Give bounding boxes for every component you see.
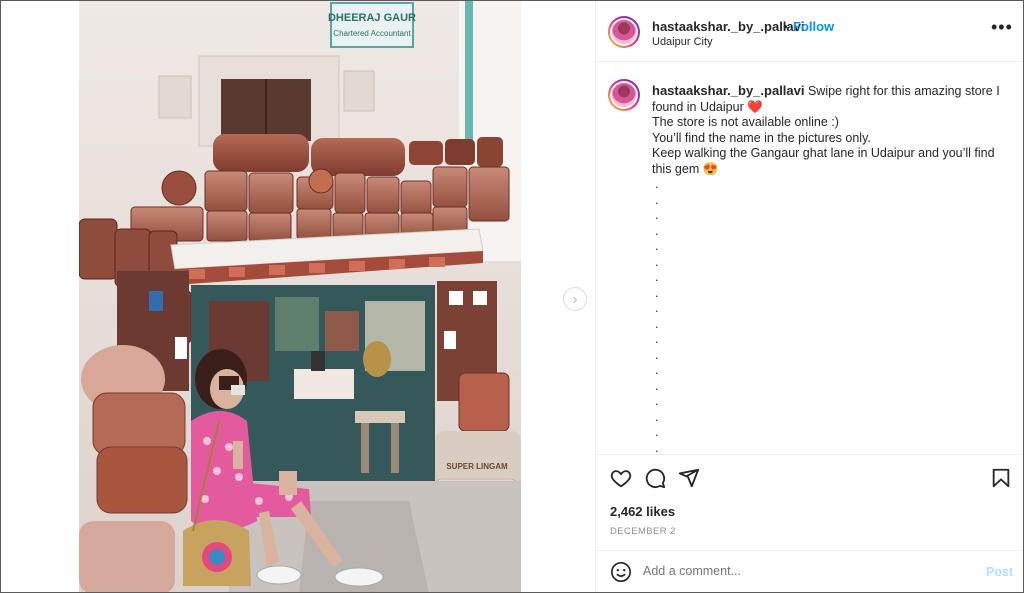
author-avatar[interactable] [608, 16, 640, 48]
comment-input[interactable] [643, 564, 963, 578]
caption-dot: . [655, 177, 659, 191]
bookmark-icon[interactable] [990, 467, 1012, 489]
caption-dot: . [655, 239, 659, 253]
follow-button[interactable]: Follow [793, 19, 834, 34]
caption-dots: . . . . . . . . . . . . . . . . . . [652, 177, 1008, 456]
caption-dot: . [655, 192, 659, 207]
caption-dot: . [655, 301, 659, 315]
caption-line-3: You’ll find the name in the pictures onl… [652, 130, 871, 145]
caption-dot: . [655, 394, 659, 408]
heart-eyes-emoji: 😍 [702, 161, 719, 176]
author-username[interactable]: hastaakshar._by_.pallavi [652, 19, 804, 34]
post-details-panel: hastaakshar._by_.pallavi • Follow Udaipu… [595, 1, 1023, 592]
caption-dot: . [655, 208, 659, 222]
caption-dot: . [655, 378, 659, 393]
caption-dot: . [655, 347, 659, 362]
heart-emoji: ❤️ [747, 99, 763, 114]
post-caption: hastaakshar._by_.pallavi Swipe right for… [652, 83, 1008, 456]
caption-line-2: The store is not available online :) [652, 115, 839, 129]
photo-illustration: DHEERAJ GAUR Chartered Accountant SUPER … [79, 1, 521, 592]
post-comment-button[interactable]: Post [986, 565, 1013, 579]
caption-dot: . [655, 254, 659, 269]
emoji-icon[interactable] [610, 561, 632, 583]
post-photo[interactable]: DHEERAJ GAUR Chartered Accountant SUPER … [79, 1, 521, 592]
caption-username[interactable]: hastaakshar._by_.pallavi [652, 83, 804, 98]
caption-dot: . [655, 223, 659, 238]
heart-icon[interactable] [610, 467, 632, 489]
next-image-button[interactable]: › [563, 287, 587, 311]
sign-text-name: DHEERAJ GAUR [328, 12, 416, 24]
caption-dot: . [655, 316, 659, 331]
caption-dot: . [655, 409, 659, 424]
more-options-icon[interactable]: ••• [991, 17, 1013, 38]
caption-dot: . [655, 332, 659, 346]
caption-avatar[interactable] [608, 79, 640, 111]
sack-label: SUPER LINGAM [446, 462, 508, 471]
post-dialog: DHEERAJ GAUR Chartered Accountant SUPER … [0, 0, 1024, 593]
comment-bar: Post [596, 550, 1023, 592]
post-date: DECEMBER 2 [610, 526, 676, 537]
chevron-right-icon: › [572, 290, 578, 308]
post-media: DHEERAJ GAUR Chartered Accountant SUPER … [1, 1, 595, 592]
comment-icon[interactable] [644, 467, 666, 489]
caption-dot: . [655, 363, 659, 377]
post-location[interactable]: Udaipur City [652, 36, 713, 48]
caption-dot: . [655, 425, 659, 439]
post-actions: 2,462 likes DECEMBER 2 [596, 454, 1023, 551]
share-icon[interactable] [678, 467, 700, 489]
caption-dot: . [655, 285, 659, 300]
separator-dot: • [783, 19, 788, 34]
sign-text-title: Chartered Accountant [333, 29, 411, 38]
caption-dot: . [655, 270, 659, 284]
likes-count[interactable]: 2,462 likes [610, 504, 675, 519]
post-header: hastaakshar._by_.pallavi • Follow Udaipu… [596, 1, 1023, 62]
